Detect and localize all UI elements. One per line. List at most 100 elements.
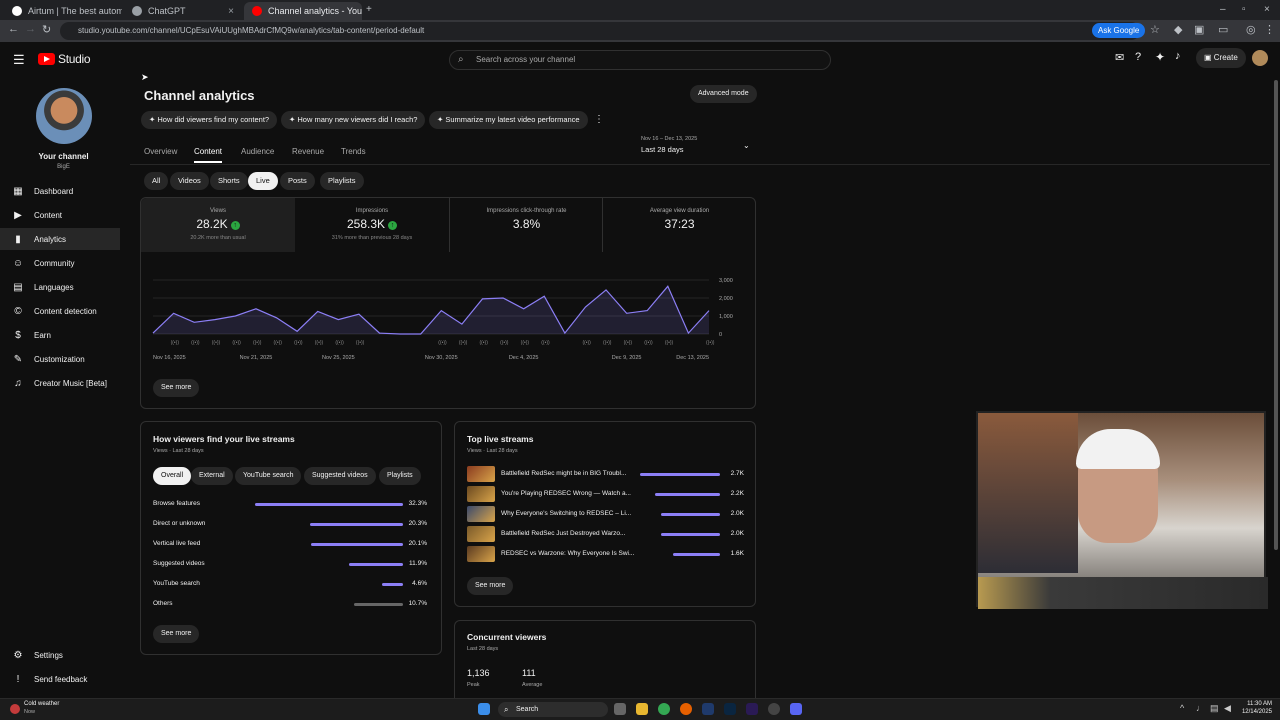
- tab-content[interactable]: Content: [194, 147, 222, 156]
- windows-start-icon[interactable]: [478, 703, 490, 715]
- stream-thumbnail[interactable]: [467, 466, 495, 482]
- data-point[interactable]: [255, 308, 257, 310]
- data-point[interactable]: [584, 306, 586, 308]
- advanced-mode-button[interactable]: Advanced mode: [690, 85, 757, 103]
- live-stream-marker-icon[interactable]: ((•)): [603, 340, 612, 346]
- data-point[interactable]: [378, 332, 380, 334]
- live-stream-marker-icon[interactable]: ((•)): [232, 340, 241, 346]
- sidebar-item-community[interactable]: ☺ Community: [0, 252, 120, 274]
- studio-logo[interactable]: Studio: [38, 52, 91, 66]
- live-stream-marker-icon[interactable]: ((•)): [665, 340, 674, 346]
- live-stream-marker-icon[interactable]: ((•)): [541, 340, 550, 346]
- live-stream-marker-icon[interactable]: ((•)): [521, 340, 530, 346]
- minimize-icon[interactable]: –: [1220, 4, 1226, 15]
- kpi-ctr[interactable]: Impressions click-through rate 3.8%: [449, 198, 603, 252]
- sparkle-icon[interactable]: ✦: [1155, 50, 1165, 64]
- kpi-views[interactable]: Views 28.2K ↑ 20.2K more than usual: [141, 198, 295, 252]
- live-stream-marker-icon[interactable]: ((•)): [335, 340, 344, 346]
- kpi-avg-view-duration[interactable]: Average view duration 37:23: [602, 198, 756, 252]
- profile-icon[interactable]: ◎: [1246, 23, 1256, 36]
- live-stream-marker-icon[interactable]: ((•)): [624, 340, 633, 346]
- sidebar-item-content-detection[interactable]: © Content detection: [0, 300, 120, 322]
- stream-thumbnail[interactable]: [467, 486, 495, 502]
- weather-title[interactable]: Cold weather: [24, 701, 59, 707]
- live-stream-marker-icon[interactable]: ((•)): [479, 340, 488, 346]
- discord-icon[interactable]: [790, 703, 802, 715]
- bookmark-star-icon[interactable]: ☆: [1150, 23, 1160, 36]
- tab-trends[interactable]: Trends: [341, 147, 366, 156]
- stream-title-link[interactable]: Why Everyone's Switching to REDSEC – Li.…: [501, 510, 641, 517]
- traffic-tab-overall[interactable]: Overall: [153, 467, 192, 485]
- browser-tab-youtube-studio[interactable]: Channel analytics - YouTube St ×: [244, 2, 362, 20]
- suggestion-chip-summarize[interactable]: ✦ Summarize my latest video performance: [429, 111, 588, 129]
- data-point[interactable]: [687, 332, 689, 334]
- task-view-icon[interactable]: [614, 703, 626, 715]
- search-input[interactable]: ⌕ Search across your channel: [449, 50, 831, 70]
- top-streams-see-more-button[interactable]: See more: [467, 577, 514, 595]
- volume-icon[interactable]: ◀: [1224, 703, 1231, 714]
- data-point[interactable]: [543, 295, 545, 297]
- network-icon[interactable]: ▤: [1210, 703, 1219, 714]
- stream-title-link[interactable]: REDSEC vs Warzone: Why Everyone Is Swi..…: [501, 550, 641, 557]
- traffic-tab-suggested-videos[interactable]: Suggested videos: [304, 467, 376, 485]
- live-stream-marker-icon[interactable]: ((•)): [582, 340, 591, 346]
- reload-icon[interactable]: ↻: [42, 23, 51, 36]
- live-stream-marker-icon[interactable]: ((•)): [459, 340, 468, 346]
- filter-all[interactable]: All: [144, 172, 169, 190]
- data-point[interactable]: [275, 317, 277, 319]
- sidebar-item-languages[interactable]: ▤ Languages: [0, 276, 120, 298]
- filter-live[interactable]: Live: [248, 172, 278, 190]
- tab-audience[interactable]: Audience: [241, 147, 274, 156]
- browser-tab-chatgpt[interactable]: ChatGPT ×: [124, 2, 242, 20]
- browser-tab-airtum[interactable]: Airtum | The best automation t ×: [4, 2, 122, 20]
- sidebar-item-content[interactable]: ▶ Content: [0, 204, 120, 226]
- live-stream-marker-icon[interactable]: ((•)): [644, 340, 653, 346]
- data-point[interactable]: [564, 332, 566, 334]
- channel-avatar[interactable]: [36, 88, 92, 144]
- help-icon[interactable]: ?: [1135, 51, 1141, 63]
- data-point[interactable]: [234, 315, 236, 317]
- page-scrollbar[interactable]: [1274, 80, 1278, 550]
- data-point[interactable]: [502, 297, 504, 299]
- suggestion-chip-new-viewers[interactable]: ✦ How many new viewers did I reach?: [281, 111, 426, 129]
- data-point[interactable]: [708, 309, 710, 311]
- traffic-source-bar[interactable]: [381, 583, 403, 586]
- data-point[interactable]: [522, 308, 524, 310]
- live-stream-marker-icon[interactable]: ((•)): [294, 340, 303, 346]
- tab-overview[interactable]: Overview: [144, 147, 177, 156]
- traffic-source-bar[interactable]: [310, 523, 403, 526]
- data-point[interactable]: [337, 318, 339, 320]
- taskbar-search[interactable]: ⌕ Search: [498, 702, 608, 717]
- live-stream-marker-icon[interactable]: ((•)): [212, 340, 221, 346]
- new-tab-icon[interactable]: +: [366, 4, 372, 15]
- premiere-icon[interactable]: [746, 703, 758, 715]
- filter-videos[interactable]: Videos: [170, 172, 209, 190]
- filter-posts[interactable]: Posts: [280, 172, 315, 190]
- live-stream-marker-icon[interactable]: ((•)): [356, 340, 365, 346]
- live-stream-marker-icon[interactable]: ((•)): [171, 340, 180, 346]
- traffic-see-more-button[interactable]: See more: [153, 625, 200, 643]
- forward-icon[interactable]: →: [25, 23, 36, 35]
- kpi-impressions[interactable]: Impressions 258.3K ↑ 31% more than previo…: [295, 198, 449, 252]
- notifications-bell-icon[interactable]: ♪: [1175, 50, 1181, 62]
- back-icon[interactable]: ←: [8, 23, 19, 35]
- live-stream-marker-icon[interactable]: ((•)): [253, 340, 262, 346]
- data-point[interactable]: [296, 330, 298, 332]
- url-field[interactable]: studio.youtube.com/channel/UCpEsuVAiUUgh…: [60, 22, 1140, 40]
- sidebar-item-send-feedback[interactable]: ! Send feedback: [0, 668, 120, 690]
- extension-icon[interactable]: ◆: [1174, 23, 1182, 36]
- stream-thumbnail[interactable]: [467, 546, 495, 562]
- data-point[interactable]: [172, 312, 174, 314]
- sidebar-item-settings[interactable]: ⚙ Settings: [0, 644, 120, 666]
- live-stream-marker-icon[interactable]: ((•)): [500, 340, 509, 346]
- sidebar-item-creator-music[interactable]: ♫ Creator Music [Beta]: [0, 372, 120, 394]
- stream-title-link[interactable]: You're Playing REDSEC Wrong — Watch a...: [501, 490, 641, 497]
- file-explorer-icon[interactable]: [636, 703, 648, 715]
- microphone-icon[interactable]: ♩: [1196, 703, 1205, 713]
- data-point[interactable]: [358, 313, 360, 315]
- live-stream-marker-icon[interactable]: ((•)): [274, 340, 283, 346]
- tab-revenue[interactable]: Revenue: [292, 147, 324, 156]
- lightroom-icon[interactable]: [702, 703, 714, 715]
- data-point[interactable]: [152, 332, 154, 334]
- hamburger-menu-icon[interactable]: ☰: [13, 52, 25, 68]
